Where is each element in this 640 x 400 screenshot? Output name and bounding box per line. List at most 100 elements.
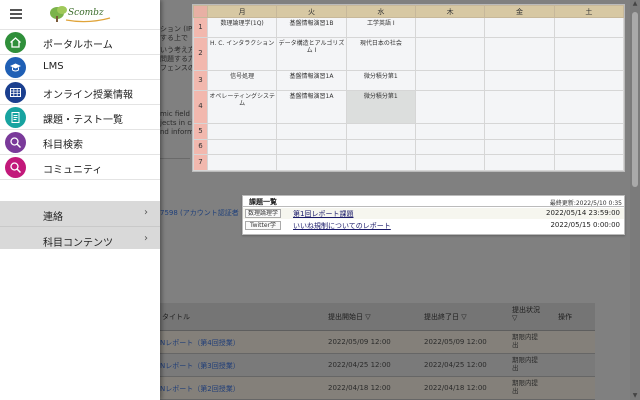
period-number: 7 bbox=[193, 154, 208, 171]
class-cell[interactable] bbox=[276, 138, 347, 156]
class-cell[interactable] bbox=[206, 138, 278, 156]
nav-item-community[interactable]: コミュニティ bbox=[0, 154, 160, 179]
row-start: 2022/04/18 12:00 bbox=[328, 384, 391, 392]
period-number: 3 bbox=[193, 69, 208, 91]
class-cell[interactable] bbox=[484, 154, 555, 171]
row-title[interactable]: Nレポート（第2回授業） bbox=[160, 384, 240, 394]
period-number: 4 bbox=[193, 89, 208, 124]
class-cell[interactable] bbox=[414, 154, 486, 171]
class-cell[interactable] bbox=[484, 122, 555, 140]
row-title[interactable]: Nレポート（第4回授業） bbox=[160, 338, 240, 348]
class-cell[interactable]: 現代日本の社会 bbox=[345, 36, 416, 71]
class-cell[interactable] bbox=[553, 89, 625, 124]
row-end: 2022/05/09 12:00 bbox=[424, 338, 487, 346]
class-cell[interactable]: 工学英語 I bbox=[345, 17, 416, 38]
nav-item-course-search[interactable]: 科目検索 bbox=[0, 129, 160, 154]
nav-item-contact[interactable]: 連絡 › bbox=[0, 201, 160, 227]
timetable-corner bbox=[193, 5, 208, 18]
assignment-table: タイトル 提出開始日 ▽ 提出終了日 ▽ 提出状況 ▽ 操作 Nレポート（第4回… bbox=[160, 303, 595, 400]
scrollbar-thumb[interactable] bbox=[632, 12, 638, 187]
nav-item-label: ポータルホーム bbox=[43, 40, 113, 51]
class-cell[interactable] bbox=[414, 122, 486, 140]
col-title[interactable]: タイトル bbox=[162, 312, 190, 322]
task-link[interactable]: いいね規制についてのレポート bbox=[293, 221, 391, 231]
class-cell[interactable] bbox=[345, 154, 416, 171]
class-cell[interactable] bbox=[414, 138, 486, 156]
account-link[interactable]: 7598 (アカウント認証者 bbox=[160, 208, 239, 218]
class-cell[interactable]: 基盤情報演習1A bbox=[276, 89, 347, 124]
day-header: 土 bbox=[553, 5, 625, 18]
table-row[interactable]: Nレポート（第2回授業） 2022/04/18 12:00 2022/04/18… bbox=[160, 377, 595, 400]
scroll-up-icon[interactable]: ▲ bbox=[632, 1, 638, 7]
col-end[interactable]: 提出終了日 ▽ bbox=[424, 312, 467, 322]
bg-text: jects in ci bbox=[160, 119, 194, 127]
task-row: Twitter学 いいね規制についてのレポート 2022/05/15 0:00:… bbox=[243, 220, 624, 231]
class-cell[interactable] bbox=[484, 69, 555, 91]
nav-item-tasks-tests[interactable]: 課題・テスト一覧 bbox=[0, 104, 160, 129]
scroll-down-icon[interactable]: ▼ bbox=[632, 393, 638, 399]
drawer-spacer bbox=[0, 179, 160, 201]
class-cell[interactable]: データ構造とアルゴリズム I bbox=[276, 36, 347, 71]
task-link[interactable]: 第1回レポート課題 bbox=[293, 209, 353, 219]
class-cell[interactable] bbox=[484, 17, 555, 38]
nav-item-online-classes[interactable]: オンライン授業情報 bbox=[0, 79, 160, 104]
bg-divider bbox=[160, 158, 190, 159]
class-cell[interactable] bbox=[484, 89, 555, 124]
day-header: 月 bbox=[206, 5, 278, 18]
class-cell[interactable]: H. C. インタラクション bbox=[206, 36, 278, 71]
bg-text: nd inform bbox=[160, 128, 194, 136]
class-cell[interactable] bbox=[345, 138, 416, 156]
period-number: 1 bbox=[193, 17, 208, 38]
task-list-title: 課題一覧 bbox=[249, 198, 277, 206]
table-row[interactable]: Nレポート（第4回授業） 2022/05/09 12:00 2022/05/09… bbox=[160, 331, 595, 354]
class-cell[interactable] bbox=[553, 138, 625, 156]
nav-item-portal-home[interactable]: ポータルホーム bbox=[0, 29, 160, 54]
bg-text: mic field bbox=[160, 110, 190, 118]
assignment-table-header: タイトル 提出開始日 ▽ 提出終了日 ▽ 提出状況 ▽ 操作 bbox=[160, 303, 595, 331]
timetable: 月 火 水 木 金 土 1 数理論理学(1Q) 基盤情報演習1B 工学英語 I … bbox=[192, 4, 625, 172]
class-cell[interactable] bbox=[553, 69, 625, 91]
nav-item-label: オンライン授業情報 bbox=[43, 90, 133, 101]
class-cell[interactable]: 微分積分第1 bbox=[345, 69, 416, 91]
class-cell[interactable]: オペレーティングシステム bbox=[206, 89, 278, 124]
class-cell[interactable] bbox=[553, 122, 625, 140]
class-cell[interactable] bbox=[484, 36, 555, 71]
class-cell[interactable] bbox=[206, 122, 278, 140]
nav-item-label: コミュニティ bbox=[43, 165, 103, 176]
class-cell[interactable] bbox=[276, 154, 347, 171]
table-row[interactable]: Nレポート（第3回授業） 2022/04/25 12:00 2022/04/25… bbox=[160, 354, 595, 377]
col-start[interactable]: 提出開始日 ▽ bbox=[328, 312, 371, 322]
task-list-panel: 課題一覧 最終更新:2022/5/10 0:35 数理論理学 第1回レポート課題… bbox=[242, 195, 625, 235]
class-cell[interactable] bbox=[414, 69, 486, 91]
nav-item-lms[interactable]: LMS bbox=[0, 54, 160, 79]
class-cell[interactable]: 信号処理 bbox=[206, 69, 278, 91]
class-cell[interactable] bbox=[553, 17, 625, 38]
class-cell[interactable] bbox=[206, 154, 278, 171]
class-cell[interactable] bbox=[484, 138, 555, 156]
last-updated: 最終更新:2022/5/10 0:35 bbox=[549, 200, 622, 207]
class-cell[interactable]: 微分積分第1 bbox=[345, 89, 416, 124]
day-header: 水 bbox=[345, 5, 416, 18]
class-cell[interactable]: 基盤情報演習1A bbox=[276, 69, 347, 91]
class-cell[interactable] bbox=[553, 154, 625, 171]
period-number: 5 bbox=[193, 122, 208, 140]
class-cell[interactable] bbox=[414, 36, 486, 71]
col-status[interactable]: 提出状況 ▽ bbox=[512, 306, 542, 322]
day-header: 金 bbox=[484, 5, 555, 18]
page-scrollbar[interactable]: ▲ ▼ bbox=[630, 0, 640, 400]
class-cell[interactable]: 基盤情報演習1B bbox=[276, 17, 347, 38]
class-cell[interactable]: 数理論理学(1Q) bbox=[206, 17, 278, 38]
calendar-grid-icon bbox=[5, 82, 26, 103]
class-cell[interactable] bbox=[276, 122, 347, 140]
row-status: 期限内提出 bbox=[512, 356, 538, 372]
class-cell[interactable] bbox=[414, 89, 486, 124]
chevron-right-icon: › bbox=[144, 233, 148, 244]
class-cell[interactable] bbox=[553, 36, 625, 71]
row-status: 期限内提出 bbox=[512, 333, 538, 349]
scombz-logo[interactable]: Scombz bbox=[48, 5, 112, 23]
class-cell[interactable] bbox=[345, 122, 416, 140]
task-list-header: 課題一覧 最終更新:2022/5/10 0:35 bbox=[243, 196, 624, 207]
row-title[interactable]: Nレポート（第3回授業） bbox=[160, 361, 240, 371]
hamburger-menu-icon[interactable] bbox=[10, 9, 22, 19]
class-cell[interactable] bbox=[414, 17, 486, 38]
